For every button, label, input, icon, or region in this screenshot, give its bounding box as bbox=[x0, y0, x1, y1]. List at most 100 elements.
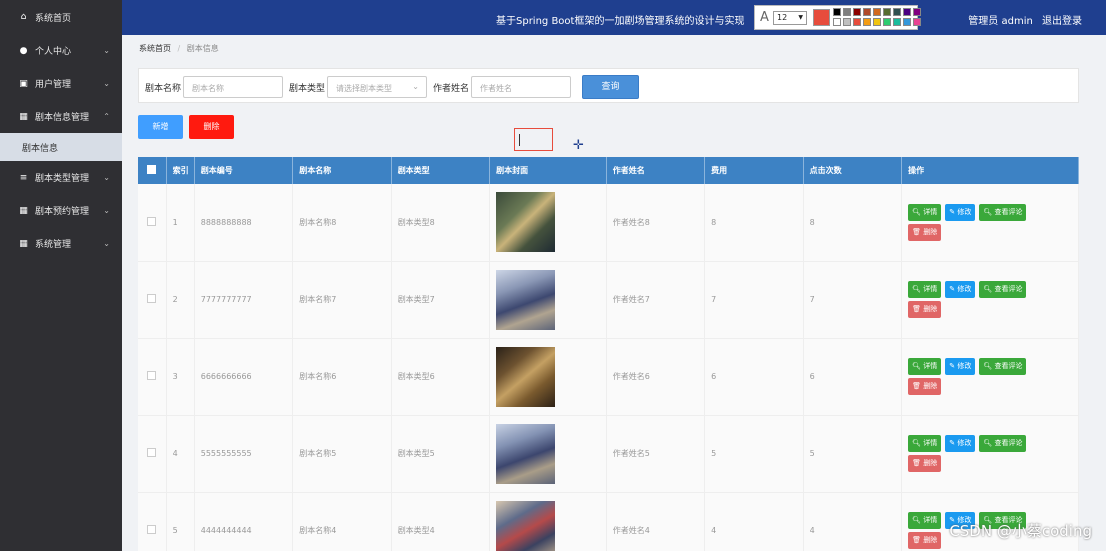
sidebar-item-script-info-management[interactable]: ▦ 剧本信息管理 ⌃ bbox=[0, 100, 122, 133]
operations-cell: 🔍︎ 详情 ✎ 修改 🔍︎ 查看评论 🗑︎ 删除 bbox=[901, 338, 1079, 416]
trash-icon: 🗑︎ bbox=[912, 459, 921, 467]
annotation-text-box[interactable] bbox=[514, 128, 553, 151]
author-name-input[interactable]: 作者姓名 bbox=[471, 76, 571, 98]
view-reviews-button[interactable]: 🔍︎ 查看评论 bbox=[979, 358, 1027, 375]
sidebar-item-home[interactable]: ⌂ 系统首页 bbox=[0, 0, 122, 34]
edit-button[interactable]: ✎ 修改 bbox=[945, 203, 976, 221]
breadcrumb-home[interactable]: 系统首页 bbox=[139, 44, 171, 53]
button-label: 详情 bbox=[923, 207, 938, 216]
sidebar-item-label: 剧本信息 bbox=[22, 143, 59, 154]
button-label: 查看评论 bbox=[994, 285, 1023, 293]
checkbox[interactable] bbox=[147, 525, 157, 534]
detail-button[interactable]: 🔍︎ 详情 bbox=[908, 281, 942, 298]
edit-icon: ✎ bbox=[949, 207, 956, 216]
detail-button[interactable]: 🔍︎ 详情 bbox=[908, 358, 942, 375]
add-button[interactable]: 新增 bbox=[138, 115, 183, 139]
edit-button[interactable]: ✎ 修改 bbox=[945, 281, 976, 298]
color-swatch[interactable] bbox=[843, 18, 851, 26]
view-reviews-button[interactable]: 🔍︎ 查看评论 bbox=[979, 281, 1027, 298]
cover-image bbox=[496, 423, 556, 484]
select-all-checkbox[interactable] bbox=[138, 157, 167, 184]
sidebar-item-script-booking-management[interactable]: ▦ 剧本预约管理 ⌄ bbox=[0, 194, 122, 227]
chevron-down-icon: ⌄ bbox=[103, 206, 110, 215]
sidebar-item-system-management[interactable]: ▦ 系统管理 ⌄ bbox=[0, 227, 122, 260]
watermark: CSDN @小蔡coding bbox=[949, 522, 1092, 540]
color-swatch[interactable] bbox=[833, 18, 841, 26]
home-icon: ⌂ bbox=[20, 12, 27, 22]
color-swatch[interactable] bbox=[873, 8, 881, 16]
delete-row-button[interactable]: 🗑︎ 删除 bbox=[908, 532, 942, 549]
edit-button[interactable]: ✎ 修改 bbox=[945, 358, 976, 375]
cover-cell bbox=[489, 415, 607, 493]
color-swatch[interactable] bbox=[893, 8, 901, 16]
font-size-value: 12 bbox=[777, 13, 788, 22]
delete-row-button[interactable]: 🗑︎ 删除 bbox=[908, 455, 942, 472]
color-swatch[interactable] bbox=[913, 18, 921, 26]
grid-icon: ▦ bbox=[19, 205, 28, 216]
color-swatch[interactable] bbox=[883, 8, 891, 16]
sidebar-item-personal-center[interactable]: ● 个人中心 ⌄ bbox=[0, 34, 122, 67]
checkbox[interactable] bbox=[147, 371, 157, 380]
cover-image bbox=[496, 500, 556, 551]
row-select-cell[interactable] bbox=[138, 492, 167, 551]
trash-icon: 🗑︎ bbox=[912, 227, 921, 236]
button-label: 删除 bbox=[923, 305, 938, 313]
operations-cell: 🔍︎ 详情 ✎ 修改 🔍︎ 查看评论 🗑︎ 删除 bbox=[901, 261, 1079, 339]
delete-row-button[interactable]: 🗑︎ 删除 bbox=[908, 378, 942, 395]
button-label: 修改 bbox=[957, 439, 972, 447]
color-swatch[interactable] bbox=[863, 18, 871, 26]
color-swatch[interactable] bbox=[873, 18, 881, 26]
name-cell: 剧本名称4 bbox=[292, 492, 392, 551]
row-select-cell[interactable] bbox=[138, 184, 167, 262]
detail-button[interactable]: 🔍︎ 详情 bbox=[908, 203, 942, 221]
checkbox[interactable] bbox=[147, 448, 157, 457]
chevron-down-icon: ⌄ bbox=[103, 173, 110, 182]
color-swatch[interactable] bbox=[853, 18, 861, 26]
script-name-input[interactable]: 剧本名称 bbox=[183, 76, 283, 98]
search-button[interactable]: 查询 bbox=[582, 75, 639, 99]
checkbox[interactable] bbox=[147, 165, 157, 174]
color-swatch[interactable] bbox=[843, 8, 851, 16]
edit-button[interactable]: ✎ 修改 bbox=[945, 435, 976, 452]
sidebar-item-label: 系统管理 bbox=[35, 240, 72, 250]
script-name-placeholder: 剧本名称 bbox=[192, 84, 224, 93]
view-reviews-button[interactable]: 🔍︎ 查看评论 bbox=[979, 203, 1027, 221]
code-cell: 4444444444 bbox=[194, 492, 294, 551]
current-color-swatch[interactable] bbox=[813, 9, 830, 26]
font-size-select[interactable]: 12 ▼ bbox=[773, 11, 807, 25]
color-swatch[interactable] bbox=[853, 8, 861, 16]
color-swatch[interactable] bbox=[893, 18, 901, 26]
script-type-select[interactable]: 请选择剧本类型 ⌄ bbox=[327, 76, 427, 98]
detail-button[interactable]: 🔍︎ 详情 bbox=[908, 435, 942, 452]
color-swatch[interactable] bbox=[903, 8, 911, 16]
delete-row-button[interactable]: 🗑︎ 删除 bbox=[908, 223, 942, 241]
text-tool-icon[interactable]: A bbox=[760, 10, 769, 25]
row-select-cell[interactable] bbox=[138, 261, 167, 339]
clicks-cell: 8 bbox=[803, 184, 903, 262]
color-swatch[interactable] bbox=[833, 8, 841, 16]
sidebar-item-user-management[interactable]: ▣ 用户管理 ⌄ bbox=[0, 67, 122, 100]
sidebar-item-script-type-management[interactable]: ≡ 剧本类型管理 ⌄ bbox=[0, 161, 122, 194]
row-select-cell[interactable] bbox=[138, 415, 167, 493]
table-row: 3 6666666666 剧本名称6 剧本类型6 作者姓名6 6 6 🔍︎ 详情 ✎ 修改 🔍︎ … bbox=[138, 338, 1079, 416]
col-header: 操作 bbox=[901, 157, 1079, 184]
author-cell: 作者姓名6 bbox=[606, 338, 706, 416]
color-swatch[interactable] bbox=[913, 8, 921, 16]
delete-row-button[interactable]: 🗑︎ 删除 bbox=[908, 301, 942, 318]
color-swatch[interactable] bbox=[903, 18, 911, 26]
detail-button[interactable]: 🔍︎ 详情 bbox=[908, 512, 942, 529]
table-row: 4 5555555555 剧本名称5 剧本类型5 作者姓名5 5 5 🔍︎ 详情 ✎ 修改 🔍︎ … bbox=[138, 415, 1079, 493]
color-swatch[interactable] bbox=[863, 8, 871, 16]
logout-link[interactable]: 退出登录 bbox=[1042, 16, 1082, 27]
clipboard-icon: ▣ bbox=[19, 78, 28, 89]
checkbox[interactable] bbox=[147, 216, 157, 226]
row-select-cell[interactable] bbox=[138, 338, 167, 416]
checkbox[interactable] bbox=[147, 294, 157, 303]
sidebar-item-script-info[interactable]: 剧本信息 bbox=[0, 133, 122, 161]
color-swatch[interactable] bbox=[883, 18, 891, 26]
batch-delete-button[interactable]: 删除 bbox=[189, 115, 234, 139]
sidebar-item-label: 剧本类型管理 bbox=[35, 174, 90, 184]
view-reviews-button[interactable]: 🔍︎ 查看评论 bbox=[979, 435, 1027, 452]
script-table: 索引 剧本编号 剧本名称 剧本类型 剧本封面 作者姓名 费用 点击次数 操作 1… bbox=[138, 157, 1079, 551]
search-icon: 🔍︎ bbox=[983, 207, 993, 216]
